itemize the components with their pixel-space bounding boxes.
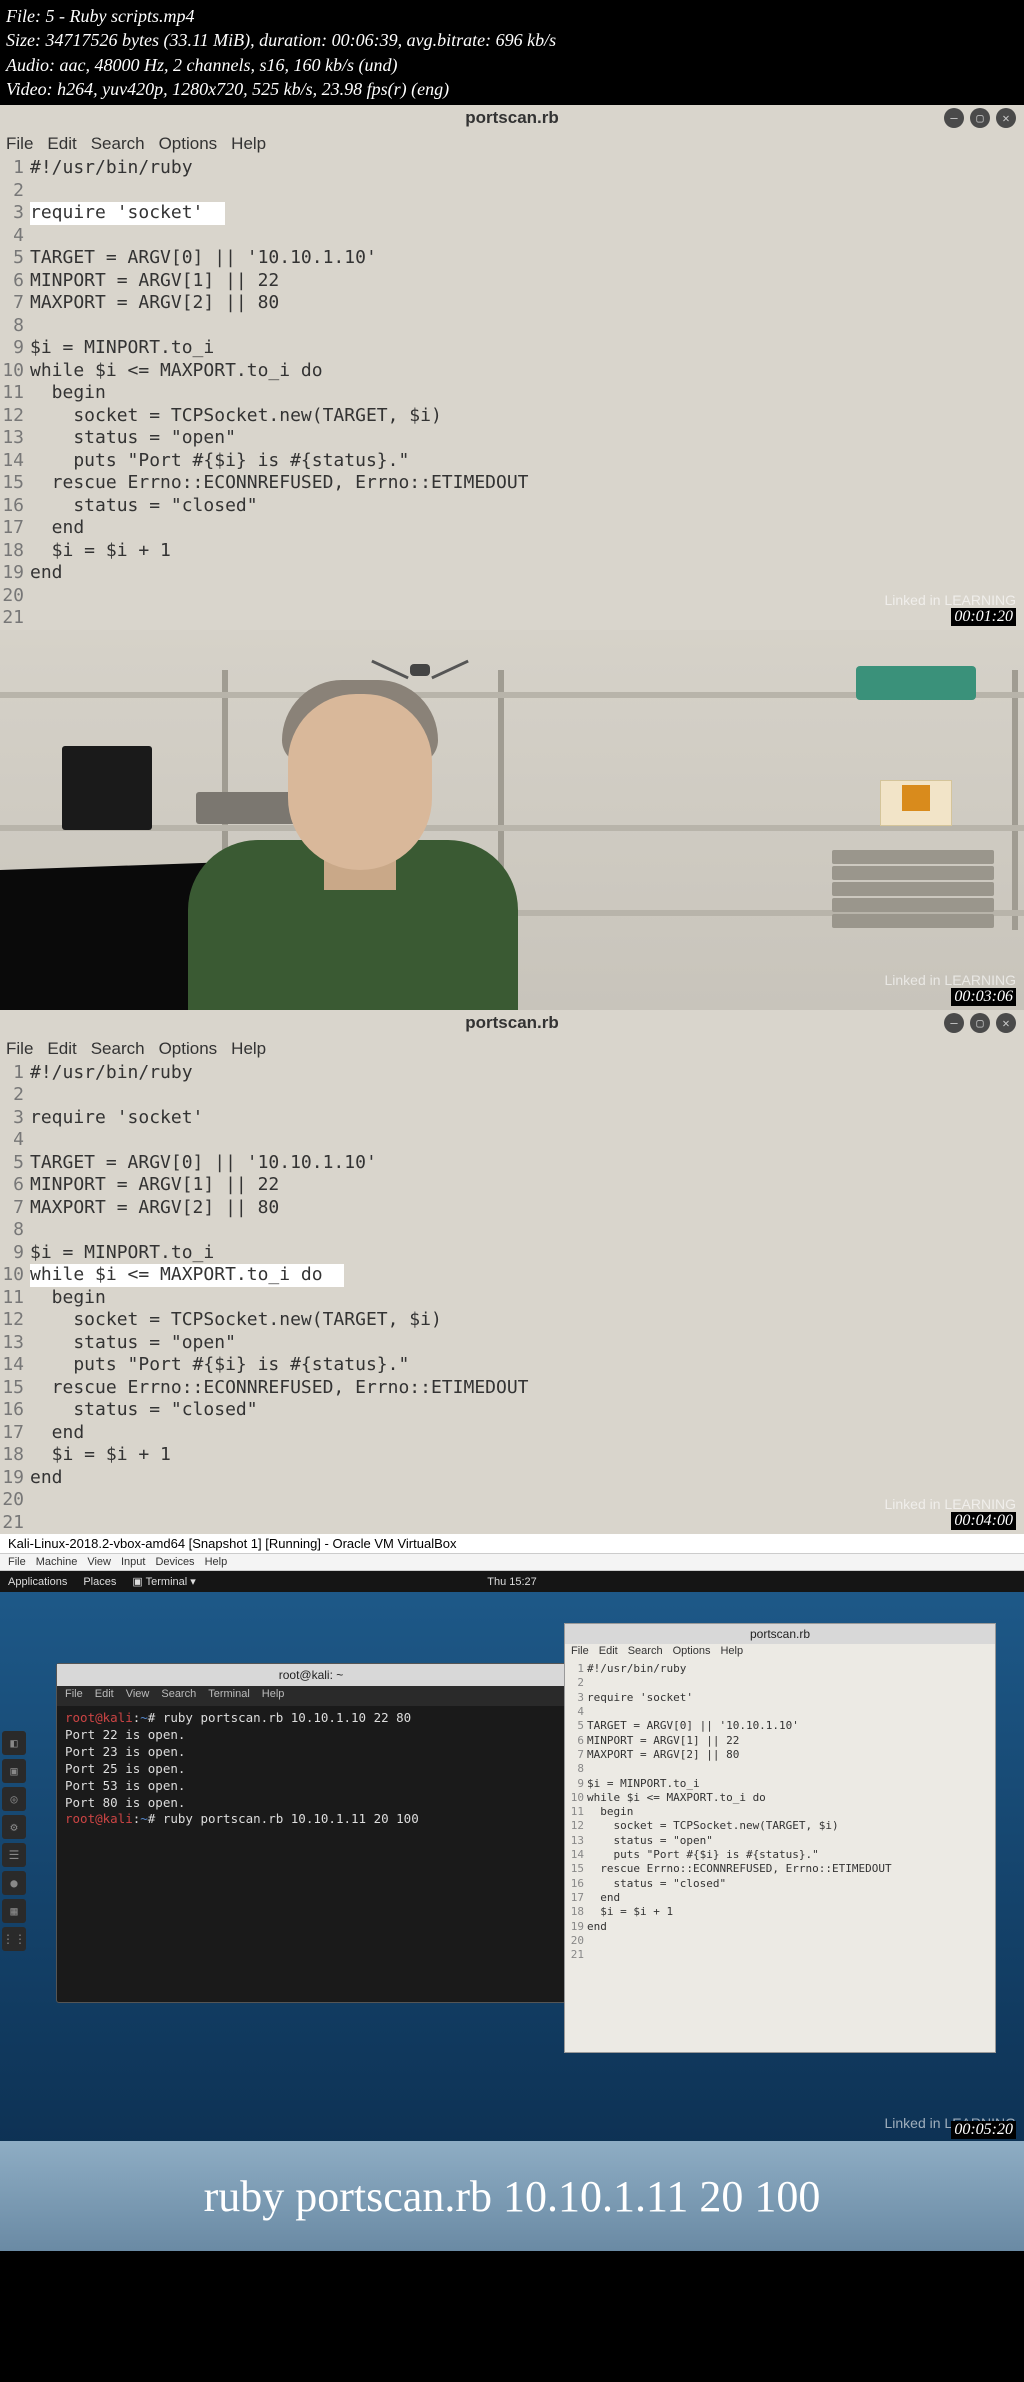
line-gutter: 123456789101112131415161718192021: [0, 1062, 28, 1535]
kali-desktop[interactable]: Applications Places ▣ Terminal ▾ Thu 15:…: [0, 1571, 1024, 2251]
terminal-body[interactable]: root@kali:~# ruby portscan.rb 10.10.1.10…: [57, 1706, 565, 1832]
editor-title: portscan.rb: [465, 108, 559, 128]
kali-terminal-launcher[interactable]: Terminal: [146, 1576, 188, 1588]
dock-icon-7[interactable]: ▦: [2, 1899, 26, 1923]
command-banner: ruby portscan.rb 10.10.1.11 20 100: [0, 2141, 1024, 2251]
kali-topbar: Applications Places ▣ Terminal ▾ Thu 15:…: [0, 1571, 1024, 1592]
line-gutter: 123456789101112131415161718192021: [0, 157, 28, 630]
editor-menubar: File Edit Search Options Help: [0, 1036, 1024, 1062]
small-editor-gutter: 123456789101112131415161718192021: [565, 1662, 587, 1962]
laptop-stack-prop: [832, 850, 994, 922]
instructor-head: [288, 694, 432, 870]
kali-clock[interactable]: Thu 15:27: [487, 1576, 537, 1588]
timestamp-2: 00:03:06: [951, 988, 1016, 1006]
dock-icon-4[interactable]: ⚙: [2, 1815, 26, 1839]
menu-help[interactable]: Help: [231, 1039, 266, 1059]
timestamp-1: 00:01:20: [951, 608, 1016, 626]
close-icon[interactable]: ✕: [996, 108, 1016, 128]
file-info-header: File: 5 - Ruby scripts.mp4 Size: 3471752…: [0, 0, 1024, 105]
vbox-menu-help[interactable]: Help: [205, 1556, 228, 1568]
term-menu-view[interactable]: View: [126, 1688, 150, 1704]
vbox-title: Kali-Linux-2018.2-vbox-amd64 [Snapshot 1…: [0, 1534, 1024, 1554]
dock-icon-8[interactable]: ⋮⋮: [2, 1927, 26, 1951]
small-editor-title[interactable]: portscan.rb: [565, 1624, 995, 1644]
terminal-menubar: File Edit View Search Terminal Help: [57, 1686, 565, 1706]
editor-titlebar[interactable]: portscan.rb — ▢ ✕: [0, 105, 1024, 131]
dock-icon-2[interactable]: ▣: [2, 1759, 26, 1783]
term-menu-search[interactable]: Search: [161, 1688, 196, 1704]
menu-options[interactable]: Options: [159, 134, 218, 154]
editor-title: portscan.rb: [465, 1013, 559, 1033]
linkedin-watermark: Linked in LEARNING: [884, 1496, 1016, 1512]
term-menu-edit[interactable]: Edit: [95, 1688, 114, 1704]
vbox-menubar: File Machine View Input Devices Help: [0, 1554, 1024, 1571]
vbox-menu-view[interactable]: View: [87, 1556, 111, 1568]
editor-menubar: File Edit Search Options Help: [0, 131, 1024, 157]
terminal-title[interactable]: root@kali: ~: [57, 1664, 565, 1686]
panel-4-virtualbox: Kali-Linux-2018.2-vbox-amd64 [Snapshot 1…: [0, 1534, 1024, 2251]
file-line1: File: 5 - Ruby scripts.mp4: [6, 4, 1018, 28]
small-editor-window[interactable]: portscan.rb File Edit Search Options Hel…: [564, 1623, 996, 2053]
dock-icon-5[interactable]: ☰: [2, 1843, 26, 1867]
dock-icon-1[interactable]: ◧: [2, 1731, 26, 1755]
menu-file[interactable]: File: [6, 134, 33, 154]
small-editor-lines[interactable]: #!/usr/bin/ruby require 'socket' TARGET …: [587, 1662, 995, 1962]
software-box-prop: [880, 780, 952, 826]
panel-2-instructor: Linked in LEARNING 00:03:06: [0, 630, 1024, 1010]
term-menu-terminal[interactable]: Terminal: [208, 1688, 250, 1704]
timestamp-4: 00:05:20: [951, 2121, 1016, 2139]
shelf-box: [856, 666, 976, 700]
kali-applications[interactable]: Applications: [8, 1576, 67, 1588]
small-editor-menubar: File Edit Search Options Help: [565, 1644, 995, 1662]
dock-icon-3[interactable]: ◎: [2, 1787, 26, 1811]
code-lines[interactable]: #!/usr/bin/ruby require 'socket' TARGET …: [28, 1062, 1024, 1535]
code-area[interactable]: 123456789101112131415161718192021 #!/usr…: [0, 1062, 1024, 1535]
dock-icon-6[interactable]: ●: [2, 1871, 26, 1895]
linkedin-watermark: Linked in LEARNING: [884, 592, 1016, 608]
menu-options[interactable]: Options: [159, 1039, 218, 1059]
kali-dock: ◧ ▣ ◎ ⚙ ☰ ● ▦ ⋮⋮: [2, 1731, 26, 1951]
panel-3-editor: portscan.rb — ▢ ✕ File Edit Search Optio…: [0, 1010, 1024, 1535]
file-line4: Video: h264, yuv420p, 1280x720, 525 kb/s…: [6, 77, 1018, 101]
kali-places[interactable]: Places: [83, 1576, 116, 1588]
minimize-icon[interactable]: —: [944, 1013, 964, 1033]
editor-titlebar[interactable]: portscan.rb — ▢ ✕: [0, 1010, 1024, 1036]
se-menu-search[interactable]: Search: [628, 1645, 663, 1661]
menu-search[interactable]: Search: [91, 134, 145, 154]
maximize-icon[interactable]: ▢: [970, 1013, 990, 1033]
menu-edit[interactable]: Edit: [47, 134, 76, 154]
vbox-menu-file[interactable]: File: [8, 1556, 26, 1568]
se-menu-help[interactable]: Help: [720, 1645, 743, 1661]
se-menu-file[interactable]: File: [571, 1645, 589, 1661]
code-lines[interactable]: #!/usr/bin/ruby require 'socket' TARGET …: [28, 157, 1024, 630]
terminal-window[interactable]: root@kali: ~ File Edit View Search Termi…: [56, 1663, 566, 2003]
minimize-icon[interactable]: —: [944, 108, 964, 128]
router-prop: [62, 746, 152, 830]
term-menu-file[interactable]: File: [65, 1688, 83, 1704]
menu-edit[interactable]: Edit: [47, 1039, 76, 1059]
vbox-menu-devices[interactable]: Devices: [155, 1556, 194, 1568]
vbox-menu-input[interactable]: Input: [121, 1556, 145, 1568]
file-line3: Audio: aac, 48000 Hz, 2 channels, s16, 1…: [6, 53, 1018, 77]
command-text: ruby portscan.rb 10.10.1.11 20 100: [204, 2171, 821, 2222]
close-icon[interactable]: ✕: [996, 1013, 1016, 1033]
timestamp-3: 00:04:00: [951, 1512, 1016, 1530]
linkedin-watermark: Linked in LEARNING: [884, 972, 1016, 988]
vbox-menu-machine[interactable]: Machine: [36, 1556, 78, 1568]
menu-help[interactable]: Help: [231, 134, 266, 154]
panel-1-editor: portscan.rb — ▢ ✕ File Edit Search Optio…: [0, 105, 1024, 630]
se-menu-options[interactable]: Options: [673, 1645, 711, 1661]
maximize-icon[interactable]: ▢: [970, 108, 990, 128]
term-menu-help[interactable]: Help: [262, 1688, 285, 1704]
menu-file[interactable]: File: [6, 1039, 33, 1059]
code-area[interactable]: 123456789101112131415161718192021 #!/usr…: [0, 157, 1024, 630]
file-line2: Size: 34717526 bytes (33.11 MiB), durati…: [6, 28, 1018, 52]
menu-search[interactable]: Search: [91, 1039, 145, 1059]
se-menu-edit[interactable]: Edit: [599, 1645, 618, 1661]
